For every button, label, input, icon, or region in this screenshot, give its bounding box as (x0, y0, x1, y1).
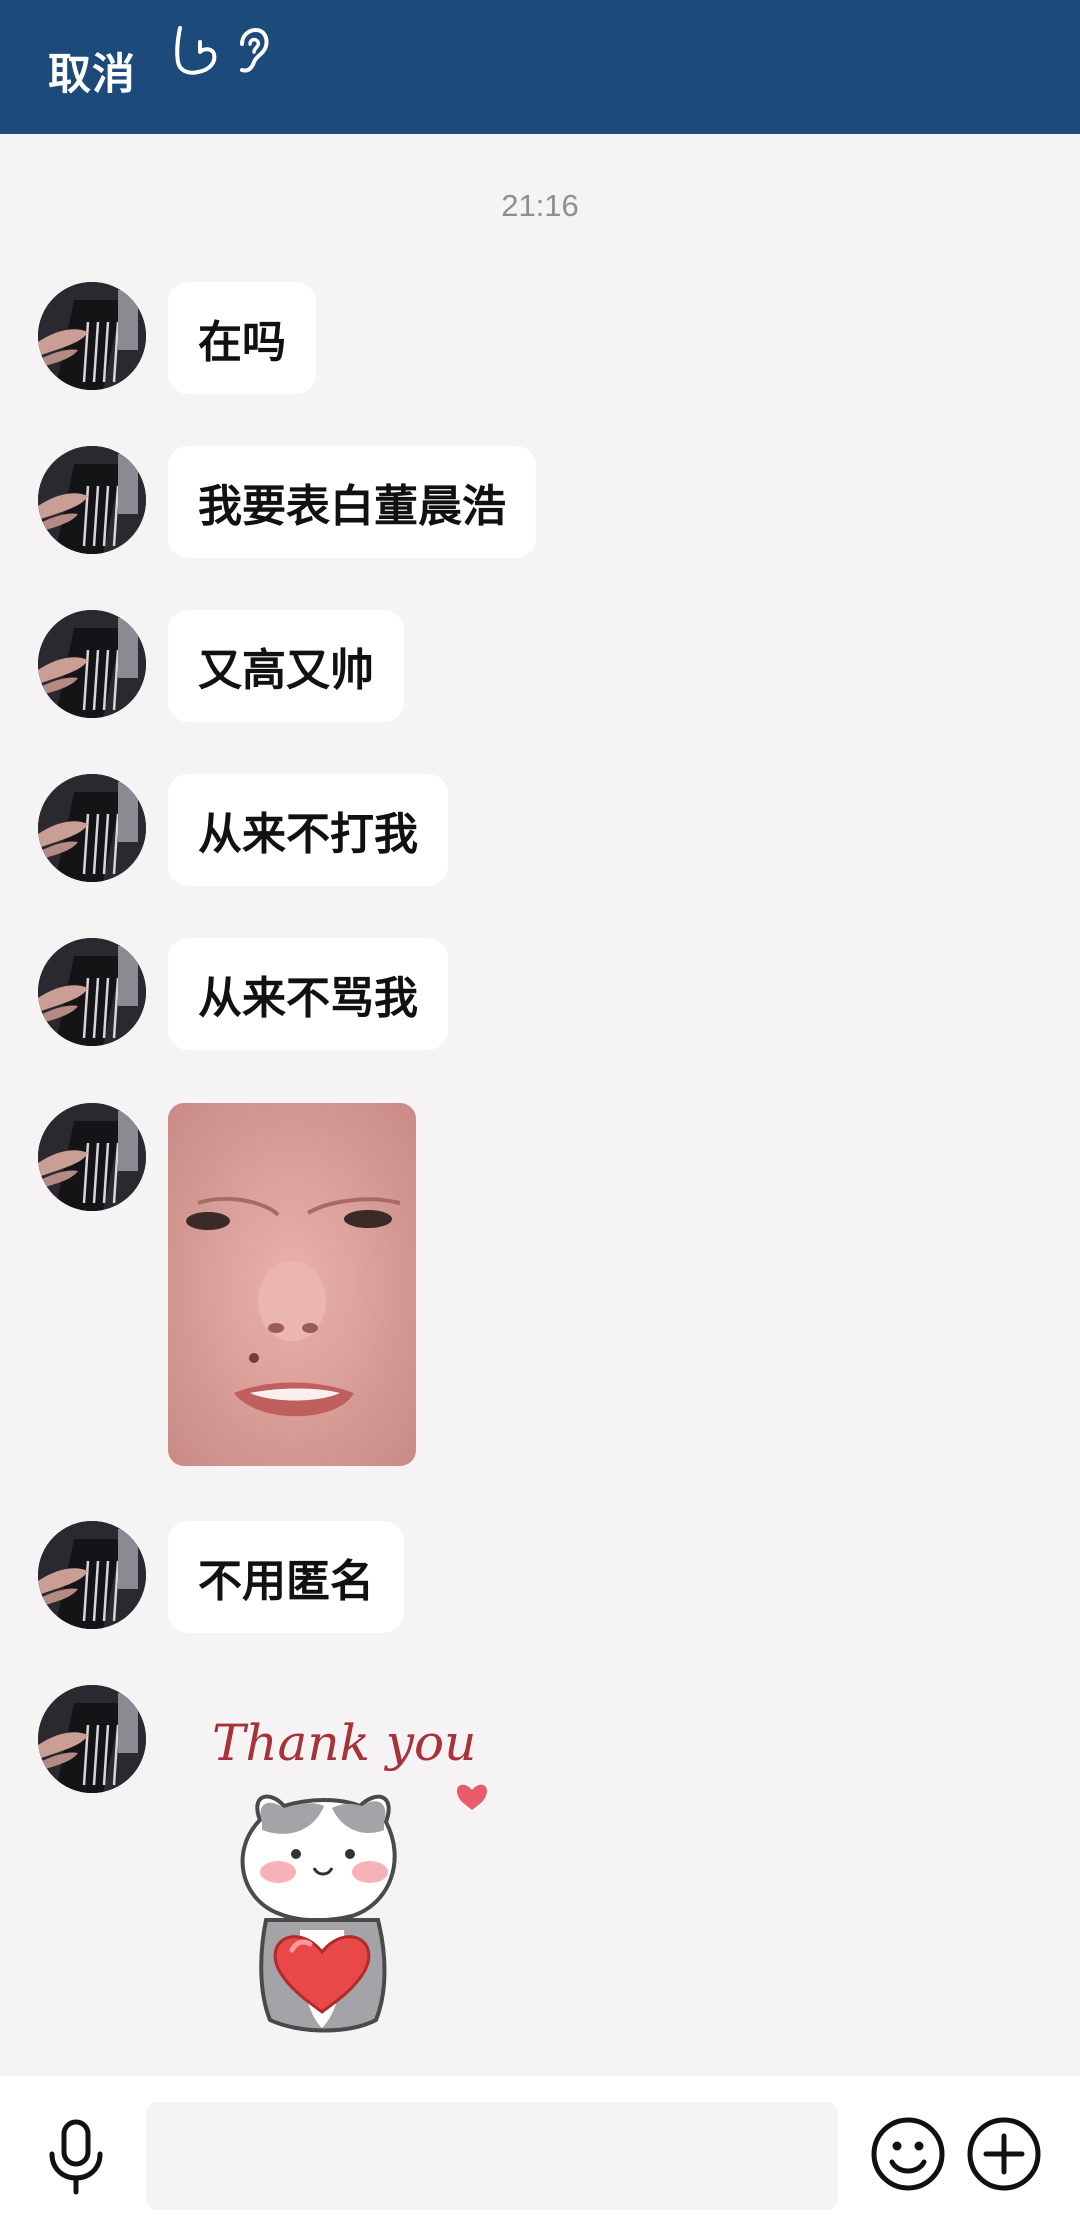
sender-avatar[interactable] (38, 1685, 146, 1793)
message-bubble[interactable]: 又高又帅 (168, 610, 404, 722)
message-text: 在吗 (198, 317, 286, 368)
message-timestamp: 21:16 (501, 188, 579, 223)
sender-avatar[interactable] (38, 446, 146, 554)
message-text: 我要表白董晨浩 (198, 481, 506, 532)
emoji-icon[interactable] (870, 2116, 946, 2196)
sender-avatar[interactable] (38, 610, 146, 718)
top-bar: 取消 (0, 0, 1080, 134)
sender-avatar[interactable] (38, 1103, 146, 1211)
image-message[interactable] (168, 1103, 416, 1466)
message-text: 从来不打我 (198, 809, 418, 860)
composer-bar (0, 2076, 1080, 2236)
message-text: 又高又帅 (198, 645, 374, 696)
sticker-text: Thank you (212, 1714, 476, 1772)
message-bubble[interactable]: 从来不打我 (168, 774, 448, 886)
sender-avatar[interactable] (38, 774, 146, 882)
message-bubble[interactable]: 不用匿名 (168, 1521, 404, 1633)
sender-avatar[interactable] (38, 938, 146, 1046)
cancel-button[interactable]: 取消 (48, 40, 136, 102)
message-input[interactable] (146, 2102, 838, 2210)
message-bubble[interactable]: 从来不骂我 (168, 938, 448, 1050)
microphone-icon[interactable] (40, 2116, 112, 2200)
plus-icon[interactable] (966, 2116, 1042, 2196)
message-bubble[interactable]: 在吗 (168, 282, 316, 394)
ear-icon[interactable] (234, 26, 270, 74)
sender-avatar[interactable] (38, 1521, 146, 1629)
sticker-message[interactable]: Thank you (200, 1690, 520, 2054)
sender-avatar[interactable] (38, 282, 146, 390)
message-bubble[interactable]: 我要表白董晨浩 (168, 446, 536, 558)
hand-icon[interactable] (170, 22, 222, 78)
message-text: 从来不骂我 (198, 973, 418, 1024)
message-text: 不用匿名 (198, 1556, 374, 1607)
